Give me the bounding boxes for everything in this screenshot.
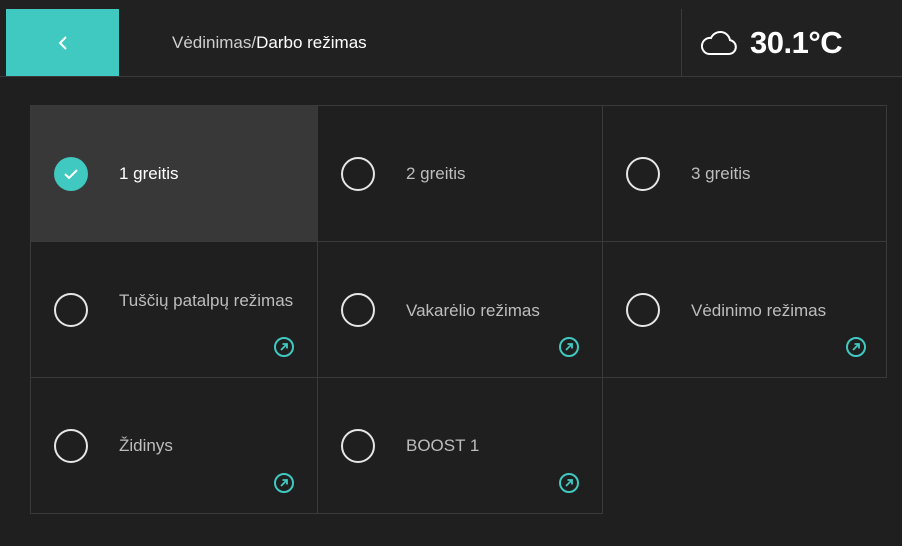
mode-tile-zidinys[interactable]: Židinys bbox=[30, 377, 318, 514]
mode-tile-2-greitis[interactable]: 2 greitis bbox=[317, 105, 603, 242]
radio[interactable] bbox=[54, 293, 88, 327]
mode-label: 1 greitis bbox=[119, 164, 179, 183]
cloud-icon bbox=[700, 30, 737, 55]
radio[interactable] bbox=[54, 429, 88, 463]
external-link-icon[interactable] bbox=[274, 337, 294, 357]
mode-label: BOOST 1 bbox=[406, 436, 480, 455]
external-link-icon[interactable] bbox=[274, 473, 294, 493]
check-icon bbox=[64, 169, 78, 180]
external-link-icon[interactable] bbox=[559, 473, 579, 493]
weather-widget: 30.1°C bbox=[682, 9, 902, 76]
radio[interactable] bbox=[341, 293, 375, 327]
radio[interactable] bbox=[626, 293, 660, 327]
radio[interactable] bbox=[341, 429, 375, 463]
breadcrumb: Vėdinimas/Darbo režimas bbox=[172, 9, 367, 76]
chevron-left-icon bbox=[58, 35, 67, 50]
mode-tile-1-greitis[interactable]: 1 greitis bbox=[30, 105, 318, 242]
mode-label: Tuščių patalpų režimas bbox=[119, 291, 294, 310]
mode-tile-boost-1[interactable]: BOOST 1 bbox=[317, 377, 603, 514]
radio[interactable] bbox=[626, 157, 660, 191]
mode-label: Židinys bbox=[119, 436, 173, 455]
radio[interactable] bbox=[341, 157, 375, 191]
temperature: 30.1°C bbox=[750, 24, 843, 60]
back-button[interactable] bbox=[6, 9, 119, 76]
top-bar: Vėdinimas/Darbo režimas 30.1°C bbox=[0, 0, 902, 77]
external-link-icon[interactable] bbox=[559, 337, 579, 357]
breadcrumb-current: Darbo režimas bbox=[256, 32, 367, 52]
mode-tile-3-greitis[interactable]: 3 greitis bbox=[602, 105, 887, 242]
radio-checked[interactable] bbox=[54, 157, 88, 191]
mode-label: 2 greitis bbox=[406, 164, 466, 183]
mode-tile-vedinimo[interactable]: Vėdinimo režimas bbox=[602, 241, 887, 378]
mode-label: Vakarėlio režimas bbox=[406, 301, 540, 320]
mode-tile-vakarelio[interactable]: Vakarėlio režimas bbox=[317, 241, 603, 378]
mode-tile-tusciu-patalpu[interactable]: Tuščių patalpų režimas bbox=[30, 241, 318, 378]
mode-label: 3 greitis bbox=[691, 164, 751, 183]
external-link-icon[interactable] bbox=[846, 337, 866, 357]
breadcrumb-parent[interactable]: Vėdinimas/ bbox=[172, 33, 256, 53]
mode-label: Vėdinimo režimas bbox=[691, 301, 827, 320]
